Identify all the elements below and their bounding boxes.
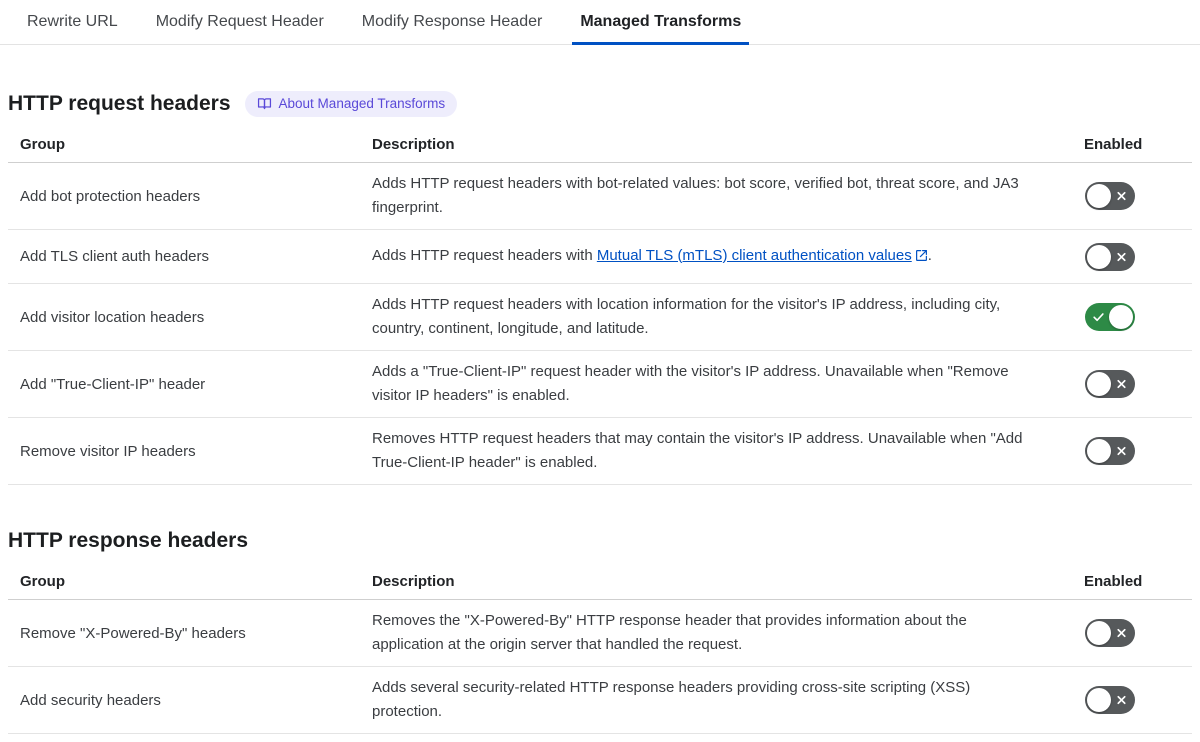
toggle-knob — [1087, 244, 1111, 269]
request-headers-table: Group Description Enabled Add bot protec… — [8, 134, 1192, 485]
enabled-toggle[interactable] — [1085, 686, 1135, 714]
table-row: Remove visitor IP headers Removes HTTP r… — [8, 418, 1192, 485]
tab-modify-response-header[interactable]: Modify Response Header — [354, 0, 551, 44]
row-description: Adds HTTP request headers with Mutual TL… — [360, 244, 1072, 270]
toggle-knob — [1087, 184, 1111, 208]
tab-rewrite-url[interactable]: Rewrite URL — [19, 0, 126, 44]
book-icon — [257, 96, 272, 111]
row-group-label: Add "True-Client-IP" header — [20, 375, 206, 393]
row-description: Adds HTTP request headers with bot-relat… — [372, 175, 1019, 216]
request-headers-section: HTTP request headers About Managed Trans… — [8, 91, 1192, 485]
mtls-link[interactable]: Mutual TLS (mTLS) client authentication … — [597, 247, 912, 264]
row-group-label: Add visitor location headers — [20, 308, 205, 326]
column-header-description: Description — [372, 573, 455, 590]
table-row: Add TLS client auth headers Adds HTTP re… — [8, 230, 1192, 284]
column-header-group: Group — [20, 573, 65, 590]
row-group-label: Add security headers — [20, 691, 161, 709]
x-icon — [1115, 250, 1128, 263]
row-description: Adds several security-related HTTP respo… — [372, 679, 971, 720]
about-managed-transforms-badge[interactable]: About Managed Transforms — [244, 91, 458, 117]
toggle-knob — [1087, 621, 1111, 645]
column-header-group: Group — [20, 136, 65, 153]
row-group-label: Remove visitor IP headers — [20, 442, 196, 460]
description-text: . — [927, 246, 932, 264]
enabled-toggle[interactable] — [1085, 242, 1135, 271]
response-headers-table: Group Description Enabled Remove "X-Powe… — [8, 571, 1192, 734]
x-icon — [1115, 627, 1128, 640]
enabled-toggle[interactable] — [1085, 182, 1135, 210]
toggle-knob — [1087, 439, 1111, 463]
external-link-icon — [915, 246, 928, 270]
description-text: Adds HTTP request headers with — [372, 246, 597, 264]
row-group-label: Add bot protection headers — [20, 187, 201, 205]
tab-modify-request-header[interactable]: Modify Request Header — [148, 0, 332, 44]
enabled-toggle[interactable] — [1085, 437, 1135, 465]
column-header-enabled: Enabled — [1084, 573, 1143, 590]
x-icon — [1115, 190, 1128, 203]
enabled-toggle[interactable] — [1085, 370, 1135, 398]
x-icon — [1115, 445, 1128, 458]
toggle-knob — [1087, 688, 1111, 712]
x-icon — [1115, 694, 1128, 707]
response-headers-title: HTTP response headers — [8, 529, 249, 552]
row-description: Adds HTTP request headers with location … — [372, 296, 1001, 337]
enabled-toggle[interactable] — [1085, 303, 1135, 331]
tab-bar: Rewrite URL Modify Request Header Modify… — [0, 0, 1200, 45]
column-header-enabled: Enabled — [1084, 136, 1143, 153]
row-description: Removes HTTP request headers that may co… — [372, 430, 1023, 471]
table-row: Remove "X-Powered-By" headers Removes th… — [8, 600, 1192, 667]
toggle-knob — [1109, 305, 1133, 329]
response-headers-section: HTTP response headers Group Description … — [8, 528, 1192, 734]
row-description: Removes the "X-Powered-By" HTTP response… — [372, 612, 967, 653]
x-icon — [1115, 378, 1128, 391]
row-group-label: Add TLS client auth headers — [20, 248, 210, 265]
column-header-description: Description — [372, 136, 455, 153]
table-row: Add bot protection headers Adds HTTP req… — [8, 163, 1192, 230]
row-description: Adds a "True-Client-IP" request header w… — [372, 363, 1009, 404]
check-icon — [1092, 311, 1105, 324]
tab-managed-transforms[interactable]: Managed Transforms — [572, 0, 750, 45]
request-headers-title: HTTP request headers — [8, 92, 231, 115]
enabled-toggle[interactable] — [1085, 619, 1135, 647]
table-row: Add security headers Adds several securi… — [8, 667, 1192, 734]
table-row: Add visitor location headers Adds HTTP r… — [8, 284, 1192, 351]
toggle-knob — [1087, 372, 1111, 396]
badge-label: About Managed Transforms — [278, 96, 446, 111]
row-group-label: Remove "X-Powered-By" headers — [20, 624, 246, 642]
table-row: Add "True-Client-IP" header Adds a "True… — [8, 351, 1192, 418]
